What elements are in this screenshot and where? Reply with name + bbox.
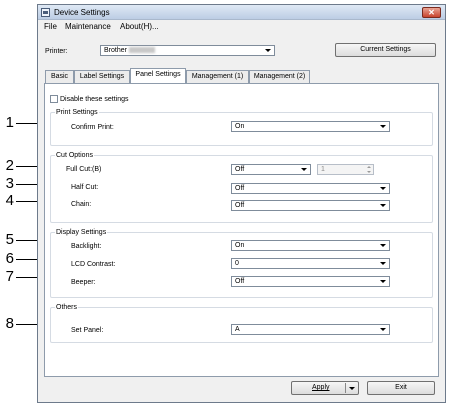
chevron-down-icon bbox=[380, 187, 386, 190]
callout-8: 8 bbox=[5, 315, 14, 332]
close-button[interactable]: ✕ bbox=[422, 7, 441, 18]
menu-maintenance[interactable]: Maintenance bbox=[65, 22, 111, 32]
apply-button[interactable]: Apply bbox=[291, 381, 359, 395]
device-settings-window: Device Settings ✕ File Maintenance About… bbox=[37, 4, 446, 403]
set-panel-select[interactable]: A bbox=[231, 324, 390, 335]
window-title: Device Settings bbox=[54, 8, 110, 17]
confirm-print-select[interactable]: On bbox=[231, 121, 390, 132]
full-cut-count-value: 1 bbox=[321, 166, 325, 173]
chevron-down-icon bbox=[380, 280, 386, 283]
tab-panel-settings[interactable]: Panel Settings bbox=[130, 68, 186, 83]
half-cut-value: Off bbox=[235, 185, 245, 192]
spin-down-icon[interactable] bbox=[365, 170, 373, 174]
others-group: Others Set Panel: A bbox=[50, 303, 433, 343]
printer-app-icon bbox=[41, 8, 50, 17]
lcd-contrast-label: LCD Contrast: bbox=[71, 261, 116, 268]
cut-options-group: Cut Options Full Cut:(B) Off 1 Half Cut:… bbox=[50, 151, 433, 223]
callout-6: 6 bbox=[5, 250, 14, 267]
printer-select[interactable]: Brother bbox=[100, 45, 275, 56]
half-cut-select[interactable]: Off bbox=[231, 183, 390, 194]
lcd-contrast-value: 0 bbox=[235, 260, 239, 267]
set-panel-value: A bbox=[235, 326, 240, 333]
exit-button[interactable]: Exit bbox=[367, 381, 435, 395]
disable-settings-label: Disable these settings bbox=[60, 96, 129, 103]
printer-select-value: Brother bbox=[104, 47, 127, 54]
backlight-value: On bbox=[235, 242, 245, 249]
chain-label: Chain: bbox=[71, 201, 92, 208]
beeper-label: Beeper: bbox=[71, 279, 96, 286]
print-settings-group: Print Settings Confirm Print: On bbox=[50, 108, 433, 146]
backlight-label: Backlight: bbox=[71, 243, 102, 250]
apply-dropdown-chevron-icon[interactable] bbox=[349, 387, 355, 390]
title-bar[interactable]: Device Settings ✕ bbox=[38, 5, 445, 20]
current-settings-button[interactable]: Current Settings bbox=[335, 43, 436, 57]
cut-options-title: Cut Options bbox=[55, 151, 94, 160]
callout-5: 5 bbox=[5, 231, 14, 248]
half-cut-label: Half Cut: bbox=[71, 184, 99, 191]
print-settings-title: Print Settings bbox=[55, 108, 99, 117]
spin-up-icon[interactable] bbox=[365, 165, 373, 169]
tab-management-2[interactable]: Management (2) bbox=[249, 70, 310, 83]
confirm-print-label: Confirm Print: bbox=[71, 124, 114, 131]
full-cut-select[interactable]: Off bbox=[231, 164, 311, 175]
printer-label: Printer: bbox=[45, 48, 68, 55]
menu-about[interactable]: About(H)... bbox=[120, 22, 159, 32]
full-cut-value: Off bbox=[235, 166, 245, 173]
chain-value: Off bbox=[235, 202, 245, 209]
lcd-contrast-select[interactable]: 0 bbox=[231, 258, 390, 269]
callout-2: 2 bbox=[5, 157, 14, 174]
callout-3: 3 bbox=[5, 175, 14, 192]
apply-button-label: Apply bbox=[312, 384, 330, 391]
callout-7: 7 bbox=[5, 268, 14, 285]
apply-split-divider bbox=[345, 383, 346, 393]
chevron-down-icon bbox=[265, 49, 271, 52]
chevron-down-icon bbox=[380, 204, 386, 207]
chevron-down-icon bbox=[380, 262, 386, 265]
tab-management-1[interactable]: Management (1) bbox=[186, 70, 249, 83]
menu-bar: File Maintenance About(H)... bbox=[38, 21, 445, 33]
set-panel-label: Set Panel: bbox=[71, 327, 104, 334]
redacted-model bbox=[128, 47, 155, 54]
chain-select[interactable]: Off bbox=[231, 200, 390, 211]
chevron-down-icon bbox=[380, 244, 386, 247]
dialog-button-bar: Apply Exit bbox=[38, 379, 445, 403]
chevron-down-icon bbox=[380, 125, 386, 128]
full-cut-count-spinner[interactable]: 1 bbox=[317, 164, 374, 175]
menu-file[interactable]: File bbox=[44, 22, 57, 32]
confirm-print-value: On bbox=[235, 123, 245, 130]
display-settings-title: Display Settings bbox=[55, 228, 108, 237]
tab-basic[interactable]: Basic bbox=[45, 70, 74, 83]
callout-4: 4 bbox=[5, 192, 14, 209]
tab-label-settings[interactable]: Label Settings bbox=[74, 70, 130, 83]
chevron-down-icon bbox=[301, 168, 307, 171]
panel-settings-content: Disable these settings Print Settings Co… bbox=[44, 83, 439, 377]
disable-settings-checkbox[interactable] bbox=[50, 95, 58, 103]
callout-1: 1 bbox=[5, 114, 14, 131]
backlight-select[interactable]: On bbox=[231, 240, 390, 251]
beeper-value: Off bbox=[235, 278, 245, 285]
others-title: Others bbox=[55, 303, 79, 312]
full-cut-label: Full Cut:(B) bbox=[66, 166, 102, 173]
chevron-down-icon bbox=[380, 328, 386, 331]
beeper-select[interactable]: Off bbox=[231, 276, 390, 287]
display-settings-group: Display Settings Backlight: On LCD Contr… bbox=[50, 228, 433, 298]
